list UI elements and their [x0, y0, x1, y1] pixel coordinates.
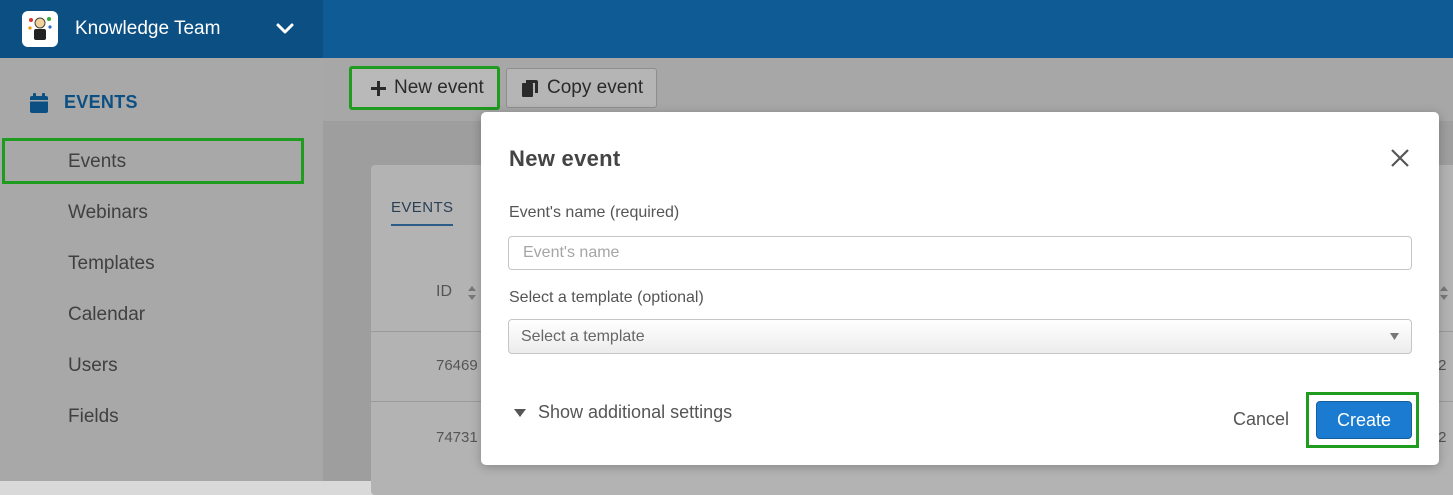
template-select-value: Select a template	[521, 327, 645, 345]
sort-icon[interactable]	[1439, 285, 1449, 301]
sidebar-section-title: EVENTS	[64, 92, 138, 112]
new-event-button[interactable]: New event	[349, 66, 500, 110]
sidebar-item-events[interactable]: Events	[68, 151, 126, 173]
cancel-button[interactable]: Cancel	[1233, 409, 1289, 430]
sidebar-item-users[interactable]: Users	[68, 355, 118, 377]
sort-icon[interactable]	[467, 285, 477, 301]
sidebar-item-webinars[interactable]: Webinars	[68, 202, 148, 224]
table-row-id[interactable]: 76469	[436, 357, 478, 374]
template-label: Select a template (optional)	[509, 289, 704, 306]
sidebar-item-calendar[interactable]: Calendar	[68, 304, 145, 326]
caret-down-icon	[514, 408, 526, 417]
sidebar: EVENTS Events Webinars Templates Calenda…	[0, 58, 323, 481]
event-name-label: Event's name (required)	[509, 204, 680, 221]
new-event-dialog: New event Event's name (required) Select…	[481, 112, 1439, 465]
new-event-label: New event	[394, 77, 484, 98]
org-name: Knowledge Team	[75, 18, 221, 39]
caret-down-icon	[1390, 333, 1399, 340]
org-logo	[22, 11, 58, 47]
org-switcher[interactable]: Knowledge Team	[0, 0, 323, 58]
plus-icon	[371, 80, 386, 96]
close-icon[interactable]	[1390, 148, 1410, 168]
copy-icon	[522, 79, 538, 97]
tab-events[interactable]: EVENTS	[391, 199, 454, 226]
table-row-id[interactable]: 74731	[436, 429, 478, 446]
top-bar: Knowledge Team	[0, 0, 1453, 58]
additional-settings-label: Show additional settings	[538, 402, 733, 422]
copy-event-button[interactable]: Copy event	[506, 68, 657, 108]
copy-event-label: Copy event	[547, 77, 644, 98]
dialog-title: New event	[509, 146, 621, 171]
sidebar-section-events[interactable]: EVENTS	[30, 92, 138, 113]
sidebar-item-fields[interactable]: Fields	[68, 406, 119, 428]
column-header-id[interactable]: ID	[436, 283, 452, 301]
highlight-box-events	[2, 138, 304, 184]
create-button[interactable]: Create	[1316, 401, 1412, 439]
chevron-down-icon[interactable]	[275, 19, 295, 39]
sidebar-item-templates[interactable]: Templates	[68, 253, 155, 275]
calendar-icon	[30, 92, 48, 113]
event-name-input[interactable]	[508, 236, 1412, 270]
template-select[interactable]: Select a template	[508, 319, 1412, 354]
show-additional-settings-toggle[interactable]: Show additional settings	[514, 402, 732, 423]
